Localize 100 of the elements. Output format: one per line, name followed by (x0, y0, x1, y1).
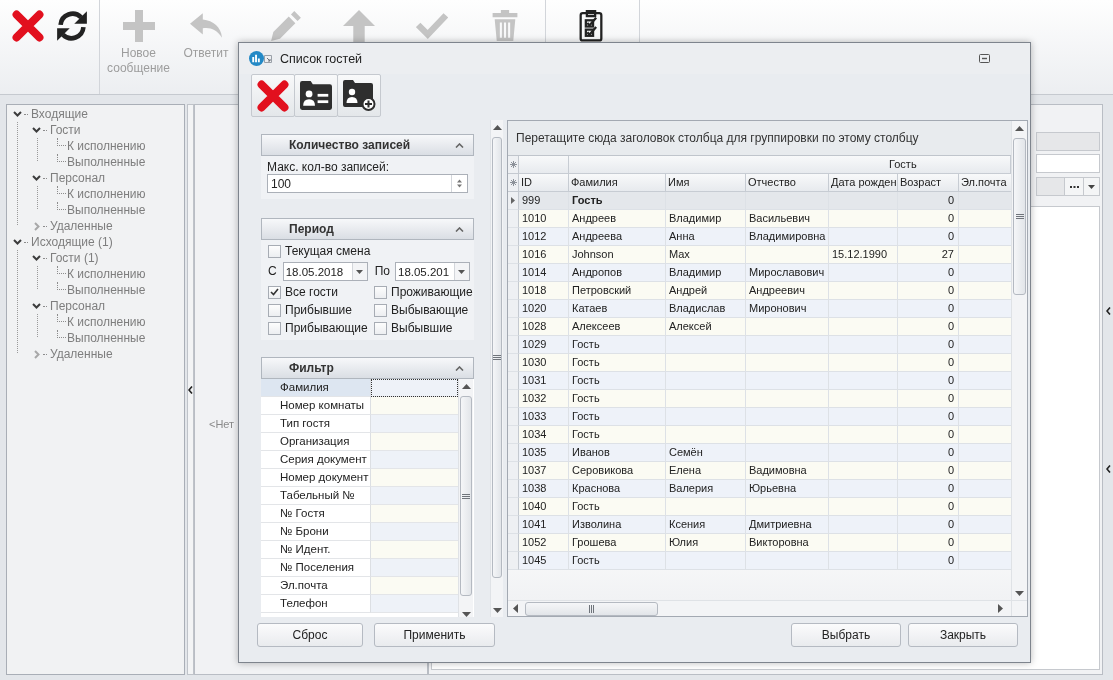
table-row[interactable]: 1018 Петровский Андрей Андреевич 0 (508, 282, 1011, 300)
table-row[interactable]: 1029 Гость 0 (508, 336, 1011, 354)
spin-field[interactable]: 100 (267, 174, 468, 193)
field-label[interactable]: Номер документ (261, 469, 371, 487)
row-pointer-icon[interactable] (511, 197, 515, 204)
checkbox-label[interactable]: Все гости (285, 285, 338, 299)
caret-down-icon[interactable] (458, 269, 466, 274)
tree-item[interactable]: Выполненные (67, 154, 146, 170)
input-field[interactable] (371, 541, 458, 559)
field-label[interactable]: № Поселения (261, 559, 371, 577)
field-label[interactable]: № Идент. (261, 541, 371, 559)
input-field[interactable] (371, 505, 458, 523)
table-row[interactable]: 999 Гость 0 (508, 192, 1011, 210)
tree-item[interactable]: К исполнению (67, 186, 146, 202)
tree-item[interactable]: Исходящие (1) (31, 234, 113, 250)
checkbox-label[interactable]: Проживающие (391, 285, 473, 299)
close-button[interactable] (251, 74, 295, 117)
scrollbar-thumb[interactable] (1013, 138, 1026, 295)
checkbox-label[interactable]: Выбывшие (391, 321, 453, 335)
table-row[interactable]: 1040 Гость 0 (508, 498, 1011, 516)
select-button[interactable]: Выбрать (791, 623, 901, 647)
input-field[interactable] (371, 397, 458, 415)
column-header[interactable]: Отчество (746, 174, 829, 192)
chevron-down-icon[interactable] (32, 175, 41, 181)
checkbox[interactable] (268, 303, 281, 317)
input-field[interactable] (371, 415, 458, 433)
dropdown-button[interactable] (454, 263, 469, 280)
chevron-down-icon[interactable] (13, 111, 22, 117)
row-header[interactable] (508, 192, 519, 210)
arrow-up-icon[interactable] (461, 383, 471, 389)
input-field[interactable] (371, 487, 458, 505)
input-field[interactable] (371, 379, 458, 397)
field-label[interactable]: Серия документ (261, 451, 371, 469)
scrollbar[interactable] (1011, 121, 1027, 600)
input-field[interactable] (371, 433, 458, 451)
checkbox[interactable] (268, 321, 281, 335)
field-label[interactable]: Табельный № (261, 487, 371, 505)
field-label[interactable]: Телефон (261, 595, 371, 613)
input-field[interactable] (1036, 177, 1065, 196)
scrollbar[interactable] (508, 600, 1011, 616)
field-label[interactable]: № Гостя (261, 505, 371, 523)
table-row[interactable]: 1034 Гость 0 (508, 426, 1011, 444)
chevron-left-icon[interactable] (188, 385, 193, 394)
tree-item[interactable]: Гости (1) (50, 250, 99, 266)
band-header[interactable]: Гость (569, 156, 1011, 174)
table-row[interactable]: 1028 Алексеев Алексей 0 (508, 318, 1011, 336)
table-row[interactable]: 1037 Серовикова Елена Вадимовна 0 (508, 462, 1011, 480)
arrow-left-icon[interactable] (512, 604, 518, 613)
input-field[interactable] (371, 469, 458, 487)
checkbox[interactable] (268, 285, 281, 299)
contact-card-button[interactable] (294, 74, 338, 117)
arrow-right-icon[interactable] (997, 604, 1003, 613)
input-field[interactable] (371, 451, 458, 469)
checkbox[interactable] (374, 321, 387, 335)
dropdown-button[interactable] (1084, 177, 1100, 196)
table-row[interactable]: 1045 Гость 0 (508, 552, 1011, 570)
arrow-down-icon[interactable] (461, 611, 471, 617)
tree-item[interactable]: Удаленные (50, 218, 113, 234)
table-row[interactable]: 1020 Катаев Владислав Миронович 0 (508, 300, 1011, 318)
tree-item[interactable]: Входящие (31, 106, 88, 122)
caret-down-icon[interactable] (356, 269, 364, 274)
column-header[interactable]: Возраст (898, 174, 959, 192)
scrollbar[interactable] (458, 379, 473, 617)
table-row[interactable]: 1033 Гость 0 (508, 408, 1011, 426)
tree-item[interactable]: Выполненные (67, 330, 146, 346)
checkbox[interactable] (268, 244, 281, 258)
group-header[interactable]: Период (261, 218, 474, 240)
tree-item[interactable]: Персонал (50, 298, 106, 314)
field-label[interactable]: Номер комнаты (261, 397, 371, 415)
scrollbar-thumb[interactable] (492, 137, 502, 578)
checkbox-label[interactable]: Прибывшие (285, 303, 352, 317)
table-row[interactable]: 1041 Изволина Ксения Дмитриевна 0 (508, 516, 1011, 534)
input-field[interactable] (371, 577, 458, 595)
table-row[interactable]: 1032 Гость 0 (508, 390, 1011, 408)
chevron-down-icon[interactable] (13, 239, 22, 245)
dropdown-button[interactable] (351, 263, 367, 280)
input-field[interactable] (1036, 154, 1100, 173)
table-row[interactable]: 1052 Грошева Юлия Викторовна 0 (508, 534, 1011, 552)
checkbox-label[interactable]: Выбывающие (391, 303, 469, 317)
tree-item[interactable]: К исполнению (67, 314, 146, 330)
caret-down-icon[interactable] (1088, 184, 1095, 189)
arrow-down-icon[interactable] (492, 607, 502, 613)
field-label[interactable]: Эл.почта (261, 577, 371, 595)
group-header[interactable]: Фильтр (261, 357, 474, 379)
table-row[interactable]: 1031 Гость 0 (508, 372, 1011, 390)
input-field[interactable] (371, 595, 458, 613)
add-contact-button[interactable] (337, 74, 381, 117)
input-field[interactable] (371, 559, 458, 577)
column-header[interactable]: Эл.почта (959, 174, 1011, 192)
input-field[interactable] (371, 523, 458, 541)
arrow-up-icon[interactable] (492, 124, 502, 130)
checkbox-label[interactable]: Прибывающие (285, 321, 368, 335)
arrow-down-icon[interactable] (1015, 590, 1024, 596)
chevron-down-icon[interactable] (32, 127, 41, 133)
chevron-right-icon[interactable] (32, 349, 41, 359)
date-field[interactable]: 18.05.201 (395, 262, 470, 281)
date-field[interactable]: 18.05.2018 (282, 262, 368, 281)
column-header[interactable]: Фамилия (569, 174, 666, 192)
tree-item[interactable]: Гости (50, 122, 81, 138)
scrollbar-thumb[interactable] (460, 396, 472, 596)
